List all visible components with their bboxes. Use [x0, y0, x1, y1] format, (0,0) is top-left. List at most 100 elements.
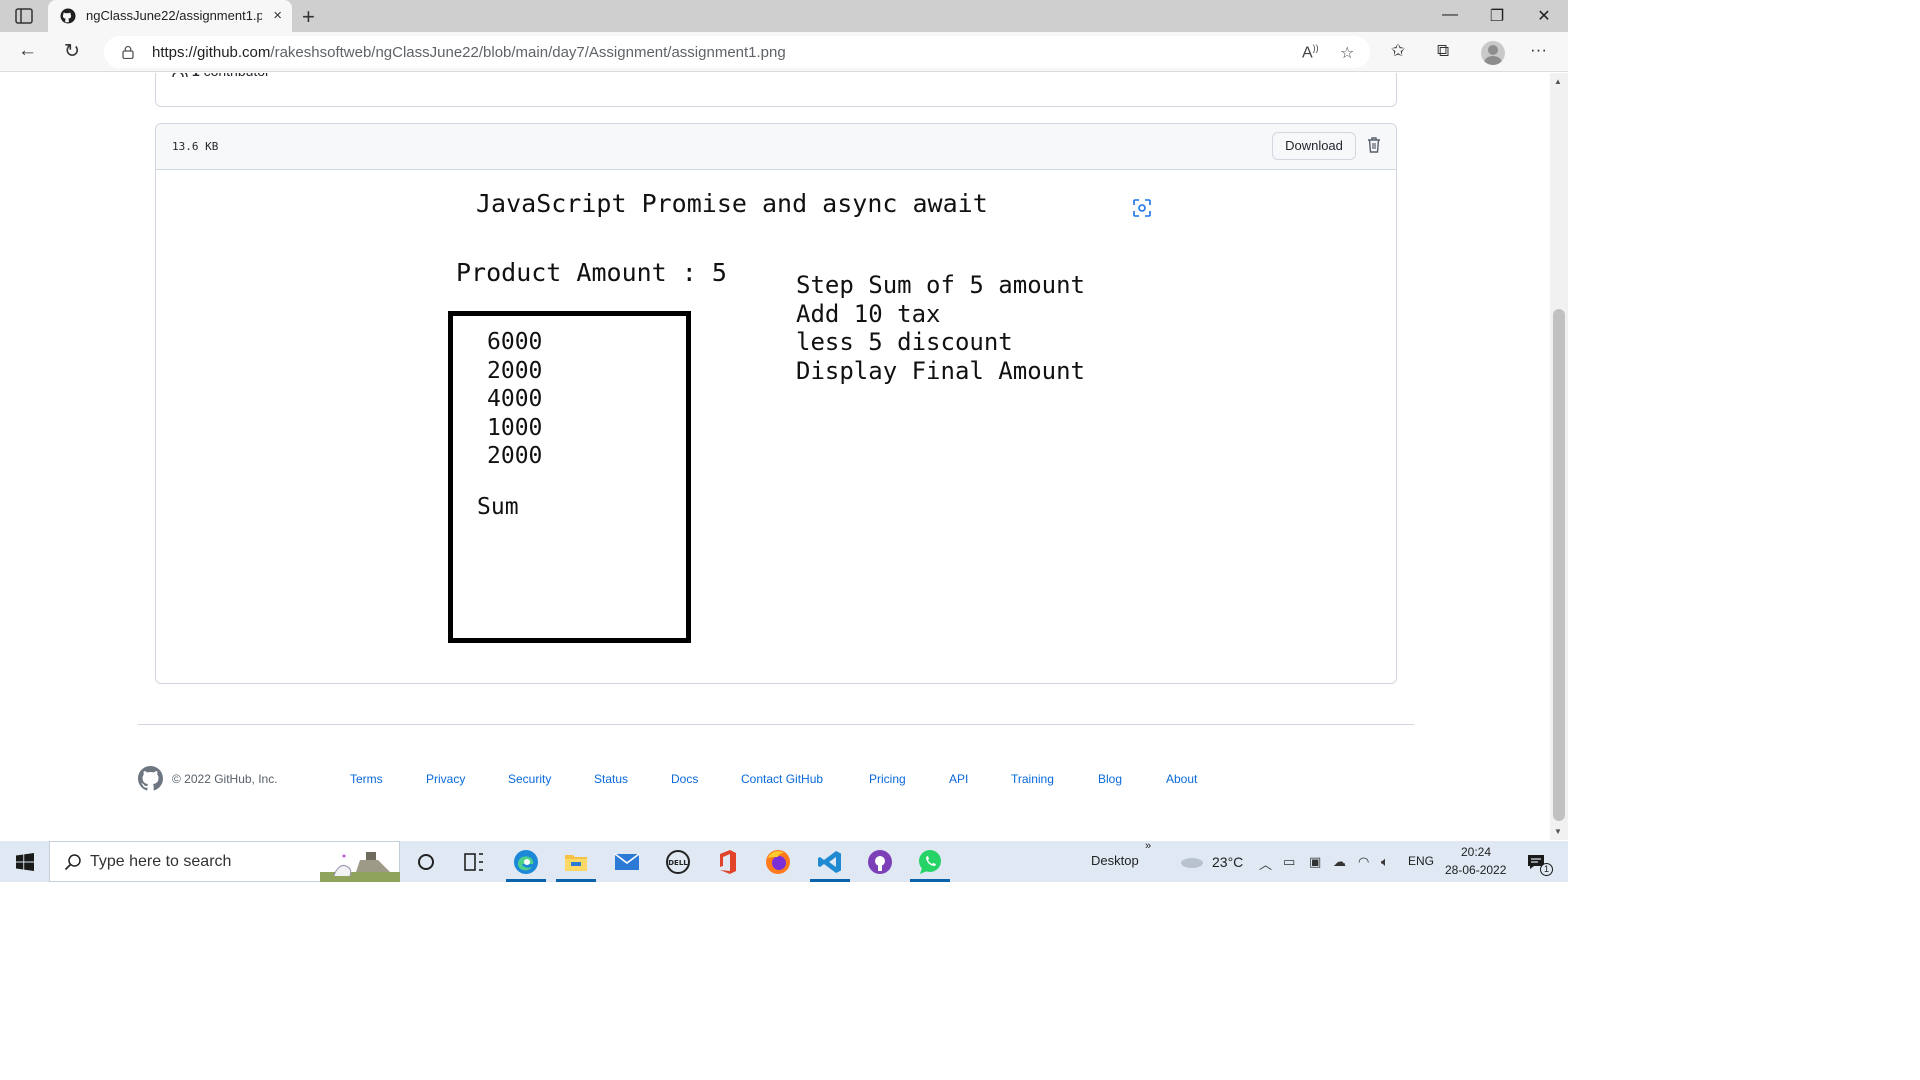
firefox-icon[interactable]: [764, 848, 792, 876]
office-icon[interactable]: [714, 848, 742, 876]
footer-link-blog[interactable]: Blog: [1098, 772, 1122, 786]
github-logo-icon[interactable]: [138, 766, 163, 791]
add-favorite-icon[interactable]: ☆: [1340, 43, 1354, 63]
scroll-thumb[interactable]: [1553, 309, 1565, 821]
visual-search-icon[interactable]: [1132, 198, 1152, 218]
search-highlight-icon: [320, 852, 400, 882]
edge-browser-icon[interactable]: [512, 848, 540, 876]
taskbar: Type here to search DELL Desktop » 23°C …: [0, 840, 1568, 882]
active-app-indicator: [556, 879, 596, 882]
url-text[interactable]: https://github.com/rakeshsoftweb/ngClass…: [152, 44, 786, 61]
file-size: 13.6 KB: [172, 140, 219, 153]
amount-item: 1000: [487, 415, 543, 441]
mail-icon[interactable]: [613, 848, 641, 876]
copyright-text: © 2022 GitHub, Inc.: [172, 772, 278, 786]
sum-label: Sum: [477, 494, 519, 520]
collections-icon[interactable]: ⧉: [1437, 41, 1449, 61]
task-view-icon[interactable]: [460, 848, 488, 876]
product-amount-label: Product Amount : 5: [456, 258, 727, 287]
tab-actions-icon[interactable]: [14, 7, 34, 25]
svg-text:DELL: DELL: [668, 859, 688, 867]
clock-time[interactable]: 20:24: [1461, 845, 1491, 859]
download-button[interactable]: Download: [1272, 132, 1356, 160]
reload-button[interactable]: ↻: [64, 40, 80, 63]
cortana-icon[interactable]: [412, 848, 440, 876]
image-title: JavaScript Promise and async await: [476, 189, 988, 218]
step-item: less 5 discount: [796, 328, 1013, 357]
amount-item: 2000: [487, 443, 543, 469]
vscode-icon[interactable]: [816, 848, 844, 876]
trash-icon[interactable]: [1366, 136, 1382, 154]
page-viewport: 1 contributor 13.6 KB Download JavaScrip…: [0, 73, 1550, 840]
settings-more-icon[interactable]: ···: [1530, 40, 1547, 60]
volume-icon[interactable]: 🔈︎: [1381, 854, 1389, 870]
weather-temperature[interactable]: 23°C: [1212, 854, 1243, 870]
battery-icon[interactable]: ▭: [1283, 854, 1295, 870]
favorites-icon[interactable]: ✩: [1391, 41, 1405, 61]
search-icon: [64, 854, 81, 871]
amount-item: 2000: [487, 358, 543, 384]
github-desktop-icon[interactable]: [866, 848, 894, 876]
whatsapp-icon[interactable]: [916, 848, 944, 876]
dell-icon[interactable]: DELL: [664, 848, 692, 876]
footer-divider: [138, 724, 1414, 725]
footer-link-pricing[interactable]: Pricing: [869, 772, 906, 786]
toolbar-overflow-icon[interactable]: »: [1145, 840, 1151, 852]
meet-now-icon[interactable]: ▣: [1309, 854, 1321, 870]
file-explorer-icon[interactable]: [562, 848, 590, 876]
contributors-link[interactable]: 1 contributor: [172, 73, 270, 79]
restore-button[interactable]: ❐: [1487, 6, 1507, 26]
new-tab-button[interactable]: +: [302, 4, 315, 30]
steps-list: Step Sum of 5 amount Add 10 tax less 5 d…: [796, 271, 1085, 386]
people-icon: [172, 73, 188, 78]
contributors-box: 1 contributor: [155, 73, 1397, 107]
address-toolbar: ← ↻ https://github.com/rakeshsoftweb/ngC…: [0, 32, 1568, 72]
file-viewer: 13.6 KB Download JavaScript Promise and …: [155, 123, 1397, 684]
browser-tab[interactable]: ngClassJune22/assignment1.png ×: [48, 0, 292, 32]
active-app-indicator: [810, 879, 850, 882]
footer-link-api[interactable]: API: [949, 772, 968, 786]
notification-count-badge: 1: [1540, 863, 1553, 876]
footer-link-terms[interactable]: Terms: [350, 772, 383, 786]
tab-title: ngClassJune22/assignment1.png: [86, 8, 262, 23]
clock-date[interactable]: 28-06-2022: [1445, 863, 1506, 877]
footer-link-status[interactable]: Status: [594, 772, 628, 786]
image-preview: JavaScript Promise and async await Produ…: [156, 171, 1396, 683]
profile-avatar[interactable]: [1481, 41, 1505, 65]
footer-link-docs[interactable]: Docs: [671, 772, 698, 786]
amount-item: 4000: [487, 386, 543, 412]
back-button[interactable]: ←: [18, 40, 37, 62]
minimize-button[interactable]: —: [1440, 6, 1460, 24]
footer-link-training[interactable]: Training: [1011, 772, 1054, 786]
footer-link-about[interactable]: About: [1166, 772, 1197, 786]
amount-item: 6000: [487, 329, 543, 355]
tab-close-icon[interactable]: ×: [273, 7, 282, 24]
cloud-weather-icon[interactable]: [1180, 856, 1204, 868]
desktop-toolbar-label[interactable]: Desktop: [1091, 853, 1139, 868]
taskbar-search-box[interactable]: Type here to search: [49, 841, 400, 882]
active-app-indicator: [910, 879, 950, 882]
lock-icon[interactable]: [122, 45, 134, 59]
address-bar[interactable]: https://github.com/rakeshsoftweb/ngClass…: [104, 36, 1370, 68]
onedrive-icon[interactable]: ☁: [1333, 854, 1346, 870]
windows-start-icon[interactable]: [16, 853, 34, 871]
language-indicator[interactable]: ENG: [1408, 854, 1434, 868]
url-host: https://github.com: [152, 44, 271, 61]
step-item: Add 10 tax: [796, 299, 941, 328]
footer-link-privacy[interactable]: Privacy: [426, 772, 465, 786]
github-favicon-icon: [60, 8, 76, 24]
step-item: Step Sum of 5 amount: [796, 271, 1085, 299]
site-footer: © 2022 GitHub, Inc. Terms Privacy Securi…: [138, 766, 1414, 792]
wifi-icon[interactable]: ◠: [1358, 854, 1369, 870]
read-aloud-icon[interactable]: A)): [1302, 43, 1319, 62]
page-scrollbar[interactable]: ▲ ▼: [1550, 73, 1568, 840]
window-close-button[interactable]: ✕: [1534, 6, 1554, 26]
file-header: 13.6 KB Download: [156, 124, 1396, 170]
scroll-down-icon[interactable]: ▼: [1554, 827, 1562, 836]
url-path: /rakeshsoftweb/ngClassJune22/blob/main/d…: [270, 44, 786, 61]
footer-link-security[interactable]: Security: [508, 772, 551, 786]
active-app-indicator: [506, 879, 546, 882]
scroll-up-icon[interactable]: ▲: [1554, 77, 1562, 86]
footer-link-contact[interactable]: Contact GitHub: [741, 772, 823, 786]
chevron-up-icon[interactable]: ︿: [1259, 854, 1272, 873]
